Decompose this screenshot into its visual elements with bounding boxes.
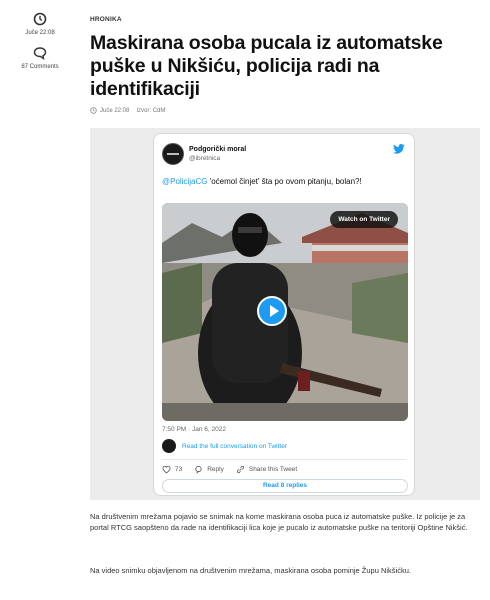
share-button[interactable]: Share this Tweet: [236, 465, 297, 474]
comments-link[interactable]: 87 Comments: [0, 46, 80, 70]
tweet-author-name[interactable]: Podgorički moral: [189, 146, 246, 153]
divider: [162, 459, 406, 460]
tweet-author-handle[interactable]: @ibretnica: [189, 155, 246, 162]
twitter-bird-icon[interactable]: [393, 144, 405, 154]
comments-count: 87 Comments: [21, 64, 59, 70]
reply-label: Reply: [207, 466, 224, 473]
comments-icon: [33, 47, 47, 60]
article-paragraph: Na društvenim mrežama pojavio se snimak …: [90, 512, 468, 532]
meta-source: Izvor: CdM: [136, 107, 166, 114]
reply-button[interactable]: Reply: [194, 465, 224, 474]
tweet-body: 'oćemol činjet' šta po ovom pitanju, bol…: [207, 177, 362, 186]
share-link-icon: [236, 465, 244, 474]
meta-time: Juče 22:08: [100, 107, 130, 114]
reply-icon: [195, 466, 202, 474]
tweet-text: @PolicijaCG 'oćemol činjet' šta po ovom …: [162, 176, 392, 187]
tweet-video[interactable]: Watch on Twitter: [162, 203, 408, 421]
article-header: HRONIKA Maskirana osoba pucala iz automa…: [90, 0, 480, 114]
embedded-tweet: Podgorički moral @ibretnica @PolicijaCG …: [153, 133, 415, 496]
article-title: Maskirana osoba pucala iz automatske puš…: [90, 32, 443, 100]
publish-time: Juče 22:08: [25, 30, 55, 36]
share-label: Share this Tweet: [248, 466, 298, 473]
publish-time-block: Juče 22:08: [0, 12, 80, 36]
tweet-date[interactable]: 7:50 PM · Jan 6, 2022: [162, 426, 226, 433]
read-replies-button[interactable]: Read 8 replies: [162, 479, 408, 493]
like-count: 73: [175, 466, 183, 473]
article-paragraph: Na video snimku objavljenom na društveni…: [90, 566, 411, 575]
tweet-mention[interactable]: @PolicijaCG: [162, 177, 207, 186]
heart-icon: [162, 465, 171, 474]
watch-on-twitter-button[interactable]: Watch on Twitter: [330, 211, 398, 228]
read-conversation-label[interactable]: Read the full conversation on Twitter: [182, 443, 287, 450]
clock-icon: [33, 12, 47, 26]
avatar: [162, 439, 176, 453]
article-side-meta: Juče 22:08 87 Comments: [0, 0, 80, 70]
article-meta: Juče 22:08 Izvor: CdM: [90, 107, 480, 114]
category-label[interactable]: HRONIKA: [90, 16, 480, 23]
embed-container: Podgorički moral @ibretnica @PolicijaCG …: [90, 128, 480, 500]
play-icon[interactable]: [257, 296, 287, 326]
avatar[interactable]: [162, 143, 184, 165]
tweet-actions: 73 Reply Share this Tweet: [162, 465, 309, 474]
clock-icon: [90, 107, 97, 114]
read-conversation-link[interactable]: Read the full conversation on Twitter: [162, 439, 287, 453]
like-button[interactable]: 73: [162, 465, 182, 474]
tweet-author[interactable]: Podgorički moral @ibretnica: [162, 143, 246, 165]
